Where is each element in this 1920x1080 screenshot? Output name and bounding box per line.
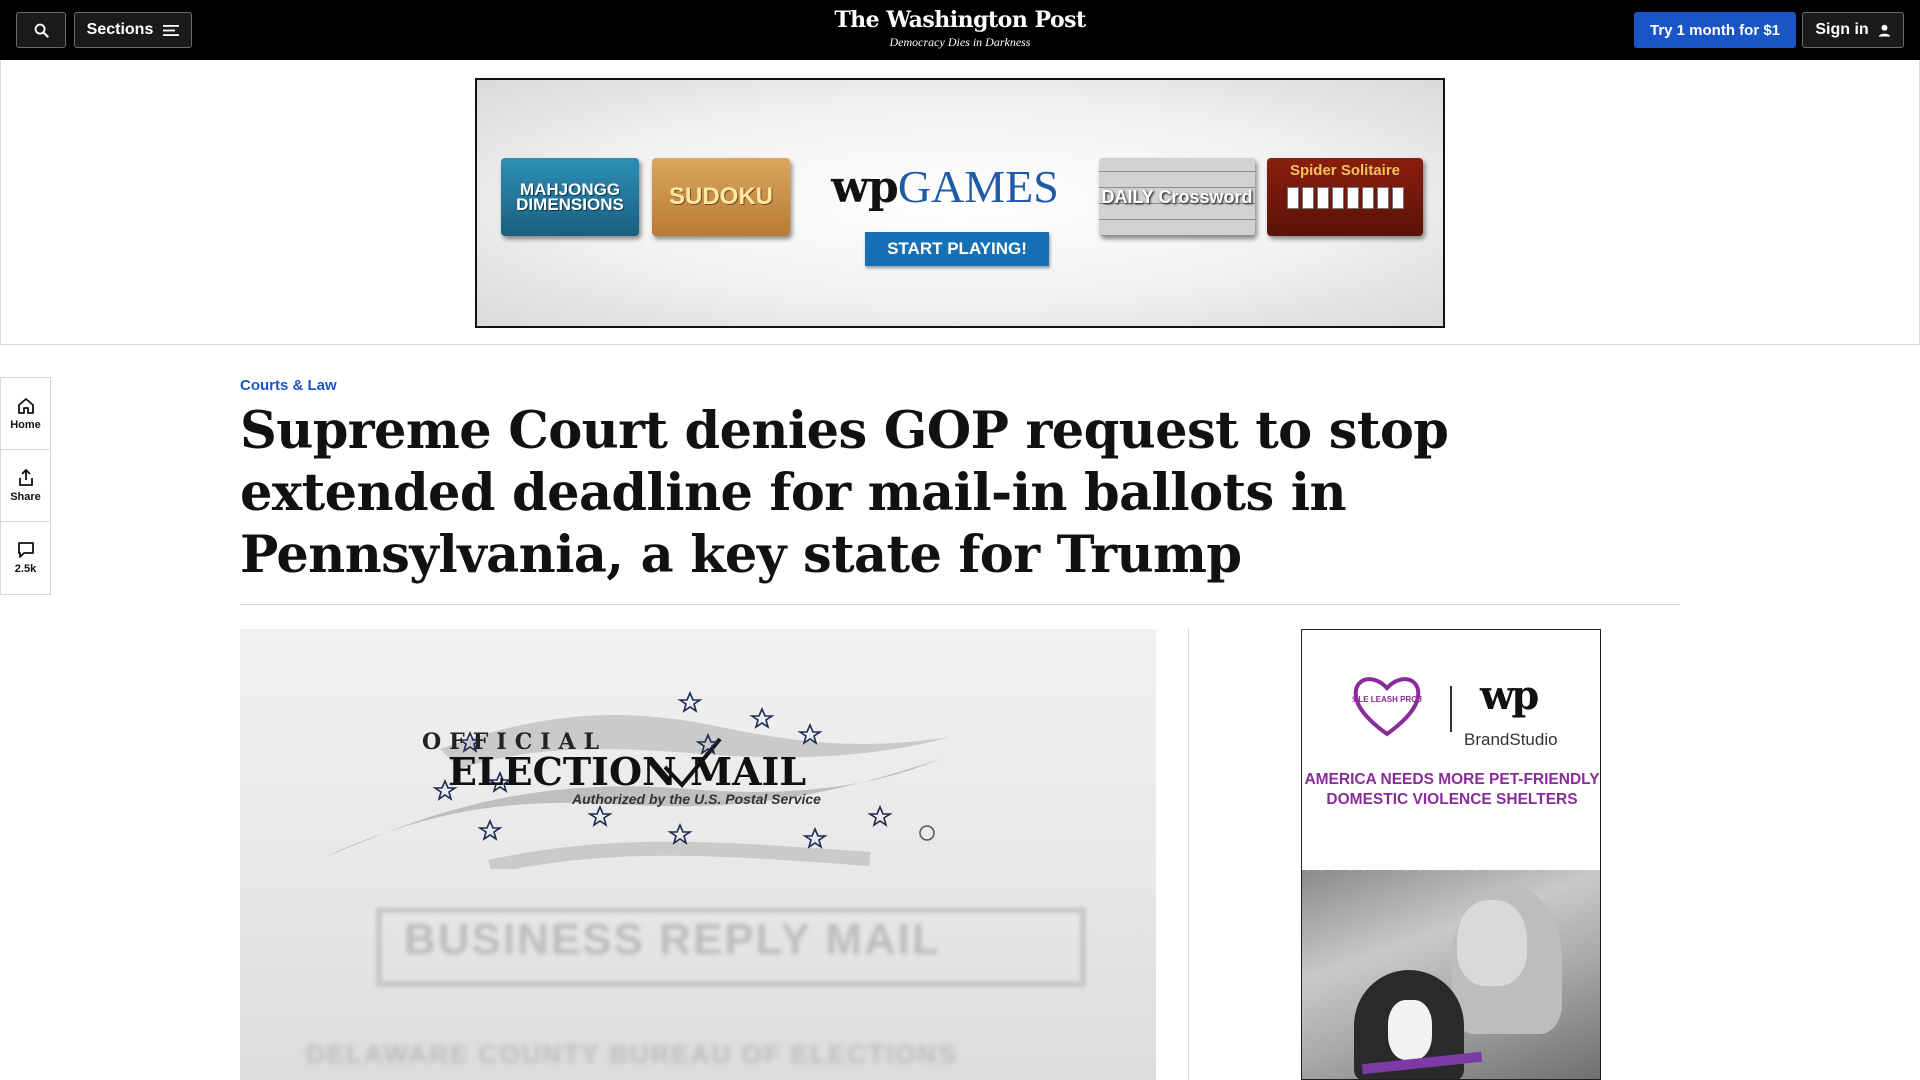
logo-separator xyxy=(1450,686,1452,732)
subscribe-trial-button[interactable]: Try 1 month for $1 xyxy=(1634,12,1796,48)
share-label: Share xyxy=(10,490,41,503)
column-divider xyxy=(1188,629,1189,1080)
sections-button[interactable]: Sections xyxy=(74,12,192,48)
wp-games-ad[interactable]: MAHJONGG DIMENSIONS SUDOKU wpGAMES START… xyxy=(475,78,1445,328)
sudoku-game-tile[interactable]: SUDOKU xyxy=(652,158,790,236)
top-navigation: Sections The Washington Post Democracy D… xyxy=(0,0,1920,60)
brand-name-text: PURPLE LEASH PROJECT xyxy=(1352,695,1422,704)
mahjongg-game-tile[interactable]: MAHJONGG DIMENSIONS xyxy=(501,158,639,236)
sign-in-label: Sign in xyxy=(1815,21,1869,38)
user-icon xyxy=(1878,24,1890,37)
authorized-text: Authorized by the U.S. Postal Service xyxy=(572,791,821,807)
sections-label: Sections xyxy=(86,21,154,38)
games-word: GAMES xyxy=(897,161,1059,212)
comments-button[interactable]: 2.5k xyxy=(1,522,50,594)
home-label: Home xyxy=(10,418,41,431)
card-row xyxy=(1286,187,1404,209)
election-mail-text: ELECTION MAIL xyxy=(448,749,807,794)
brandstudio-sidebar-ad[interactable]: PURPLE LEASH PROJECT wp BrandStudio AMER… xyxy=(1301,629,1601,1080)
purple-heart-logo: PURPLE LEASH PROJECT xyxy=(1352,677,1422,737)
article-headline: Supreme Court denies GOP request to stop… xyxy=(240,401,1449,585)
home-button[interactable]: Home xyxy=(1,378,50,450)
washington-post-logo[interactable]: The Washington Post Democracy Dies in Da… xyxy=(760,6,1160,50)
comment-icon xyxy=(17,542,34,558)
sidebar-ad-headline: AMERICA NEEDS MORE PET-FRIENDLY DOMESTIC… xyxy=(1304,771,1600,808)
woman-with-dog-photo xyxy=(1302,870,1600,1079)
share-button[interactable]: Share xyxy=(1,450,50,522)
business-reply-text: BUSINESS REPLY MAIL xyxy=(404,915,941,964)
wp-mark: wp xyxy=(831,162,899,213)
hero-image[interactable]: OFFICIAL ELECTION MAIL Authorized by the… xyxy=(240,629,1156,1080)
county-bureau-text: DELAWARE COUNTY BUREAU OF ELECTIONS xyxy=(306,1039,958,1069)
start-playing-button[interactable]: START PLAYING! xyxy=(865,232,1049,266)
solitaire-game-tile[interactable]: Spider Solitaire xyxy=(1267,158,1423,236)
logo-tagline: Democracy Dies in Darkness xyxy=(889,35,1031,49)
hamburger-menu-icon xyxy=(163,24,180,36)
wp-games-logo: wpGAMES xyxy=(825,162,1065,213)
logo-title: The Washington Post xyxy=(834,7,1086,33)
wp-monogram: wp xyxy=(1480,672,1539,719)
share-icon xyxy=(18,468,33,486)
left-action-rail: Home Share 2.5k xyxy=(0,377,51,595)
comment-count: 2.5k xyxy=(14,563,37,575)
section-kicker-link[interactable]: Courts & Law xyxy=(240,377,337,394)
headline-divider xyxy=(240,604,1680,605)
torn-edge-decoration xyxy=(1302,864,1600,876)
brand-studio-label: BrandStudio xyxy=(1464,730,1558,749)
solitaire-label: Spider Solitaire xyxy=(1289,162,1401,179)
crossword-game-tile[interactable]: DAILY Crossword xyxy=(1099,158,1255,236)
search-icon xyxy=(34,23,49,38)
home-icon xyxy=(17,397,34,414)
search-button[interactable] xyxy=(16,12,66,48)
sign-in-button[interactable]: Sign in xyxy=(1802,12,1904,48)
